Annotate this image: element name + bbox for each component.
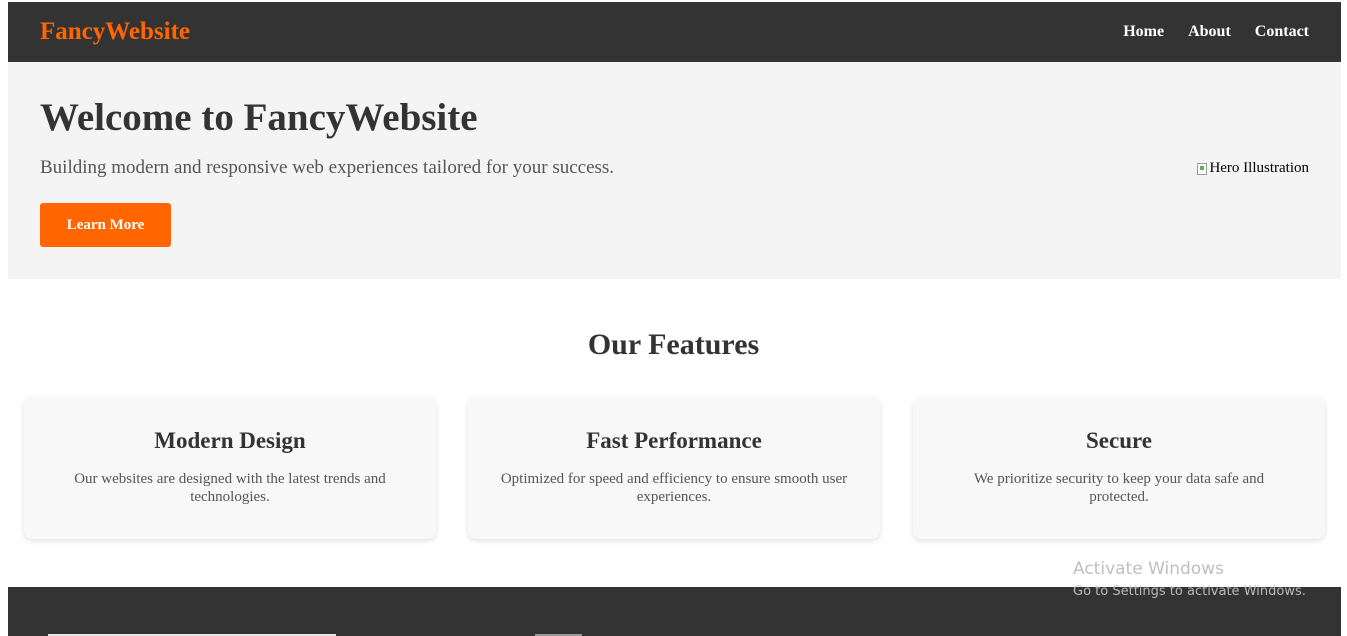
feature-card-title: Modern Design [154,428,306,453]
feature-card-title: Secure [1085,428,1152,453]
feature-card-secure: Secure We prioritize security to keep yo… [913,397,1325,539]
feature-card-description: We prioritize security to keep your data… [973,471,1265,505]
hero-title: Welcome to FancyWebsite [40,96,478,139]
hero-illustration: Hero Illustration [1197,160,1309,177]
hero-subtitle: Building modern and responsive web exper… [40,157,615,178]
watermark-title: Activate Windows [1073,559,1224,579]
nav-link-about[interactable]: About [1188,22,1231,42]
feature-card-description: Optimized for speed and efficiency to en… [500,471,848,505]
navbar: FancyWebsite Home About Contact [8,2,1341,62]
feature-card-fast-performance: Fast Performance Optimized for speed and… [468,397,880,539]
hero-illustration-alt-text: Hero Illustration [1209,160,1309,176]
feature-card-description: Our websites are designed with the lates… [74,471,386,505]
features-heading: Our Features [587,328,760,361]
broken-image-icon [1197,162,1208,175]
feature-card-title: Fast Performance [586,428,762,453]
nav-link-home[interactable]: Home [1123,22,1164,42]
learn-more-button[interactable]: Learn More [40,203,171,247]
nav-links: Home About Contact [1123,22,1309,42]
footer [8,587,1341,636]
site-logo[interactable]: FancyWebsite [40,17,190,47]
feature-card-modern-design: Modern Design Our websites are designed … [24,397,436,539]
page: FancyWebsite Home About Contact Welcome … [0,0,1347,636]
hero-section: Welcome to FancyWebsite Building modern … [8,62,1341,279]
nav-link-contact[interactable]: Contact [1255,22,1309,42]
